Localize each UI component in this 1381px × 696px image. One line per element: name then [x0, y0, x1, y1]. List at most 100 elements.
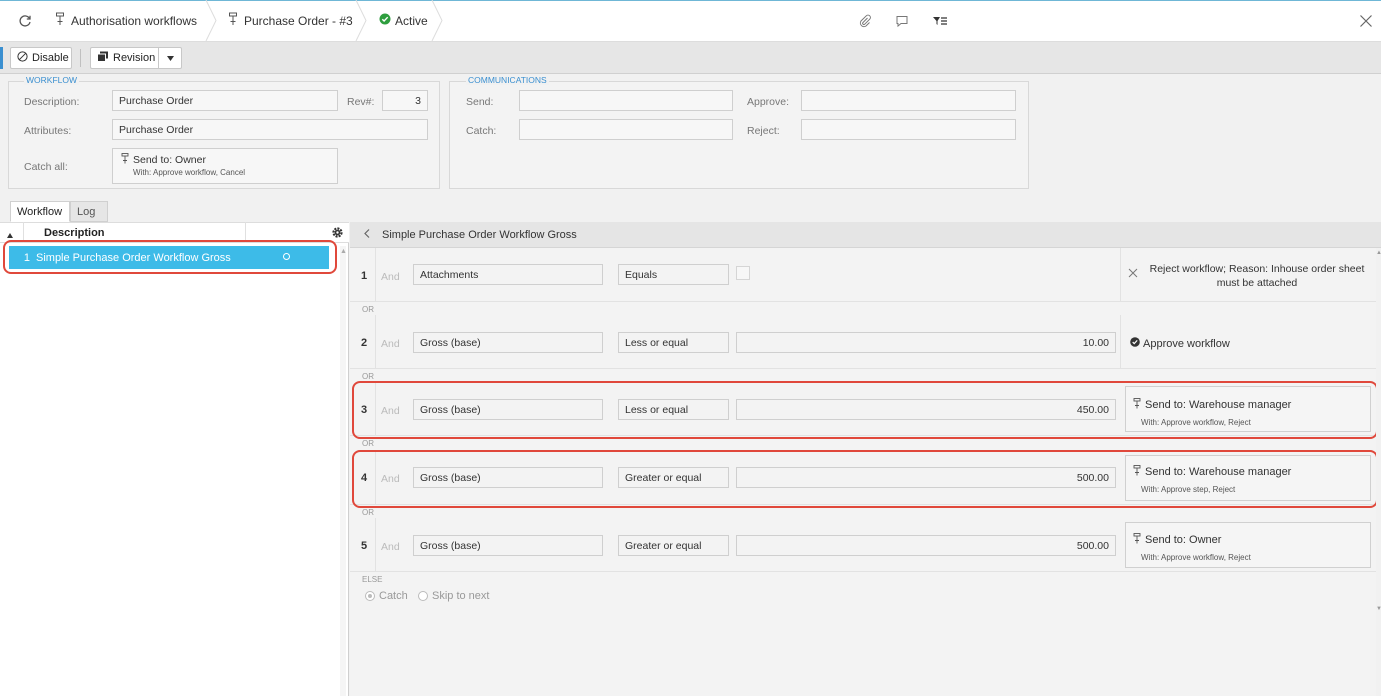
status-label: Active: [395, 13, 428, 28]
status-badge[interactable]: Active: [379, 0, 428, 41]
approve-field[interactable]: [801, 90, 1016, 111]
rule-field-select[interactable]: Attachments: [413, 264, 603, 285]
breadcrumb-separator: [205, 0, 217, 41]
rule-field-value: Gross (base): [420, 539, 481, 552]
rule-divider: [375, 248, 376, 302]
rule-value-input[interactable]: 500.00: [736, 535, 1116, 556]
catch-all-send: Send to: Owner: [133, 154, 206, 166]
rule-number: 1: [361, 270, 368, 282]
rule-operator-value: Less or equal: [625, 336, 689, 349]
gear-icon[interactable]: [331, 226, 344, 242]
rule-value: 500.00: [1076, 539, 1109, 552]
comment-icon[interactable]: [894, 13, 910, 29]
close-icon[interactable]: [1358, 13, 1374, 29]
skip-radio-label: Skip to next: [432, 590, 490, 602]
or-label: OR: [362, 305, 374, 314]
description-field[interactable]: Purchase Order: [112, 90, 338, 111]
send-label: Send:: [466, 96, 494, 108]
rule-action[interactable]: Approve workflow: [1130, 337, 1230, 350]
chevron-left-icon[interactable]: [364, 228, 370, 241]
scroll-up-icon[interactable]: ▲: [1376, 250, 1381, 256]
rule-action-send: Send to: Owner: [1133, 533, 1221, 547]
catch-all-field[interactable]: Send to: Owner With: Approve workflow, C…: [112, 148, 338, 184]
rule-field-value: Attachments: [420, 268, 479, 281]
tab-log-label: Log: [77, 205, 96, 218]
radio-selected-icon: [365, 591, 375, 601]
rev-value: 3: [415, 94, 421, 107]
communications-group-label: COMMUNICATIONS: [466, 75, 549, 85]
workflow-icon: [1133, 533, 1141, 547]
disable-button[interactable]: Disable: [10, 47, 72, 69]
attributes-field[interactable]: Purchase Order: [112, 119, 428, 140]
breadcrumb-workflows[interactable]: Authorisation workflows: [55, 0, 197, 41]
rule-operator-select[interactable]: Equals: [618, 264, 729, 285]
filter-list-icon[interactable]: [932, 13, 948, 29]
rule-divider: [375, 315, 376, 369]
rule-field-select[interactable]: Gross (base): [413, 332, 603, 353]
scroll-up-icon[interactable]: ▲: [340, 248, 347, 255]
tab-workflow-label: Workflow: [17, 205, 63, 218]
or-label: OR: [362, 508, 374, 517]
tab-log[interactable]: Log: [70, 201, 108, 222]
description-value: Purchase Order: [119, 94, 194, 107]
catch-radio-label: Catch: [379, 590, 408, 602]
workflow-grid-panel: [0, 222, 349, 696]
rule-value: 10.00: [1082, 336, 1109, 349]
revision-button[interactable]: Revision: [90, 47, 158, 69]
highlight-selected-row: [3, 240, 337, 274]
or-label: OR: [362, 439, 374, 448]
paperclip-icon[interactable]: [857, 13, 873, 29]
revision-icon: [97, 51, 109, 65]
description-label: Description:: [24, 96, 80, 108]
right-scrollbar[interactable]: [1376, 248, 1381, 696]
rule-and-label: And: [381, 338, 400, 350]
scroll-down-icon[interactable]: ▼: [1376, 606, 1381, 612]
approve-label: Approve:: [747, 96, 790, 108]
rule-divider: [1120, 248, 1121, 302]
refresh-icon[interactable]: [17, 13, 33, 29]
workflow-group-label: WORKFLOW: [24, 75, 79, 85]
rule-action-with: With: Approve workflow, Reject: [1141, 553, 1251, 562]
grid-header-description[interactable]: Description: [44, 227, 105, 239]
catch-field[interactable]: [519, 119, 733, 140]
rule-divider: [375, 518, 376, 572]
caret-down-icon: [166, 52, 174, 64]
catch-all-label: Catch all:: [24, 161, 68, 173]
revision-label: Revision: [113, 52, 156, 64]
rule-number: 2: [361, 337, 368, 349]
rule-operator-select[interactable]: Less or equal: [618, 332, 729, 353]
rule-action-title: Approve workflow: [1143, 337, 1230, 350]
tab-workflow[interactable]: Workflow: [10, 201, 70, 222]
rule-field-select[interactable]: Gross (base): [413, 535, 603, 556]
highlight-rule-4: [352, 450, 1378, 508]
close-icon: [1128, 268, 1138, 281]
rule-field-value: Gross (base): [420, 336, 481, 349]
breadcrumb-separator: [355, 0, 367, 41]
catch-radio[interactable]: Catch: [365, 590, 408, 602]
breadcrumb-workflows-label: Authorisation workflows: [71, 13, 198, 28]
radio-empty-icon: [418, 591, 428, 601]
rule-and-label: And: [381, 541, 400, 553]
reject-label: Reject:: [747, 125, 780, 137]
toolbar: [0, 42, 1381, 74]
skip-radio[interactable]: Skip to next: [418, 590, 489, 602]
workflow-icon: [121, 153, 129, 167]
rule-divider: [1120, 315, 1121, 369]
attributes-label: Attributes:: [24, 125, 72, 137]
rule-value-input[interactable]: 10.00: [736, 332, 1116, 353]
rule-operator-select[interactable]: Greater or equal: [618, 535, 729, 556]
breadcrumb-record[interactable]: Purchase Order - #3: [228, 0, 353, 41]
rule-action-title: Reject workflow; Reason: Inhouse order s…: [1149, 263, 1365, 289]
left-scrollbar[interactable]: [340, 246, 346, 696]
rev-label: Rev#:: [347, 96, 375, 108]
rev-field[interactable]: 3: [382, 90, 428, 111]
revision-dropdown-button[interactable]: [158, 47, 182, 69]
check-circle-icon: [1130, 337, 1140, 350]
send-field[interactable]: [519, 90, 733, 111]
workflow-icon: [228, 12, 238, 29]
toolbar-divider: [80, 49, 81, 67]
rules-panel-header: Simple Purchase Order Workflow Gross: [350, 222, 1381, 248]
reject-field[interactable]: [801, 119, 1016, 140]
catch-label: Catch:: [466, 125, 497, 137]
rule-value-checkbox[interactable]: [736, 266, 750, 280]
